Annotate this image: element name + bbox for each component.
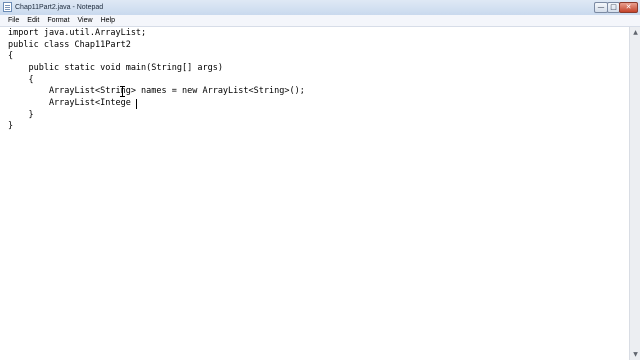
menu-bar: File Edit Format View Help bbox=[0, 15, 640, 27]
minimize-button[interactable]: — bbox=[594, 2, 608, 13]
window-title: Chap11Part2.java - Notepad bbox=[15, 4, 104, 11]
code-line: public static void main(String[] args) bbox=[8, 63, 223, 73]
menu-file[interactable]: File bbox=[0, 15, 23, 26]
menu-help[interactable]: Help bbox=[97, 15, 119, 26]
code-line: ArrayList<String> names = new ArrayList<… bbox=[8, 86, 305, 96]
code-line: import java.util.ArrayList; bbox=[8, 28, 147, 38]
code-line: { bbox=[8, 75, 34, 85]
notepad-icon bbox=[3, 2, 12, 12]
menu-edit[interactable]: Edit bbox=[23, 15, 43, 26]
notepad-window: Chap11Part2.java - Notepad — □ ✕ File Ed… bbox=[0, 0, 640, 360]
text-editor[interactable]: import java.util.ArrayList; public class… bbox=[0, 27, 629, 360]
close-button[interactable]: ✕ bbox=[619, 2, 638, 13]
code-line: { bbox=[8, 51, 14, 61]
text-caret bbox=[136, 99, 137, 109]
menu-view[interactable]: View bbox=[74, 15, 97, 26]
ibeam-cursor-icon bbox=[120, 86, 125, 97]
code-line: ArrayList<Intege bbox=[8, 98, 131, 108]
title-bar[interactable]: Chap11Part2.java - Notepad — □ ✕ bbox=[0, 0, 640, 16]
scroll-down-icon[interactable]: ▼ bbox=[631, 350, 640, 359]
scroll-up-icon[interactable]: ▲ bbox=[631, 28, 640, 37]
vertical-scrollbar[interactable]: ▲ ▼ bbox=[629, 27, 640, 360]
code-line: } bbox=[8, 110, 34, 120]
code-line: public class Chap11Part2 bbox=[8, 40, 131, 50]
menu-format[interactable]: Format bbox=[43, 15, 73, 26]
code-line: } bbox=[8, 121, 14, 131]
